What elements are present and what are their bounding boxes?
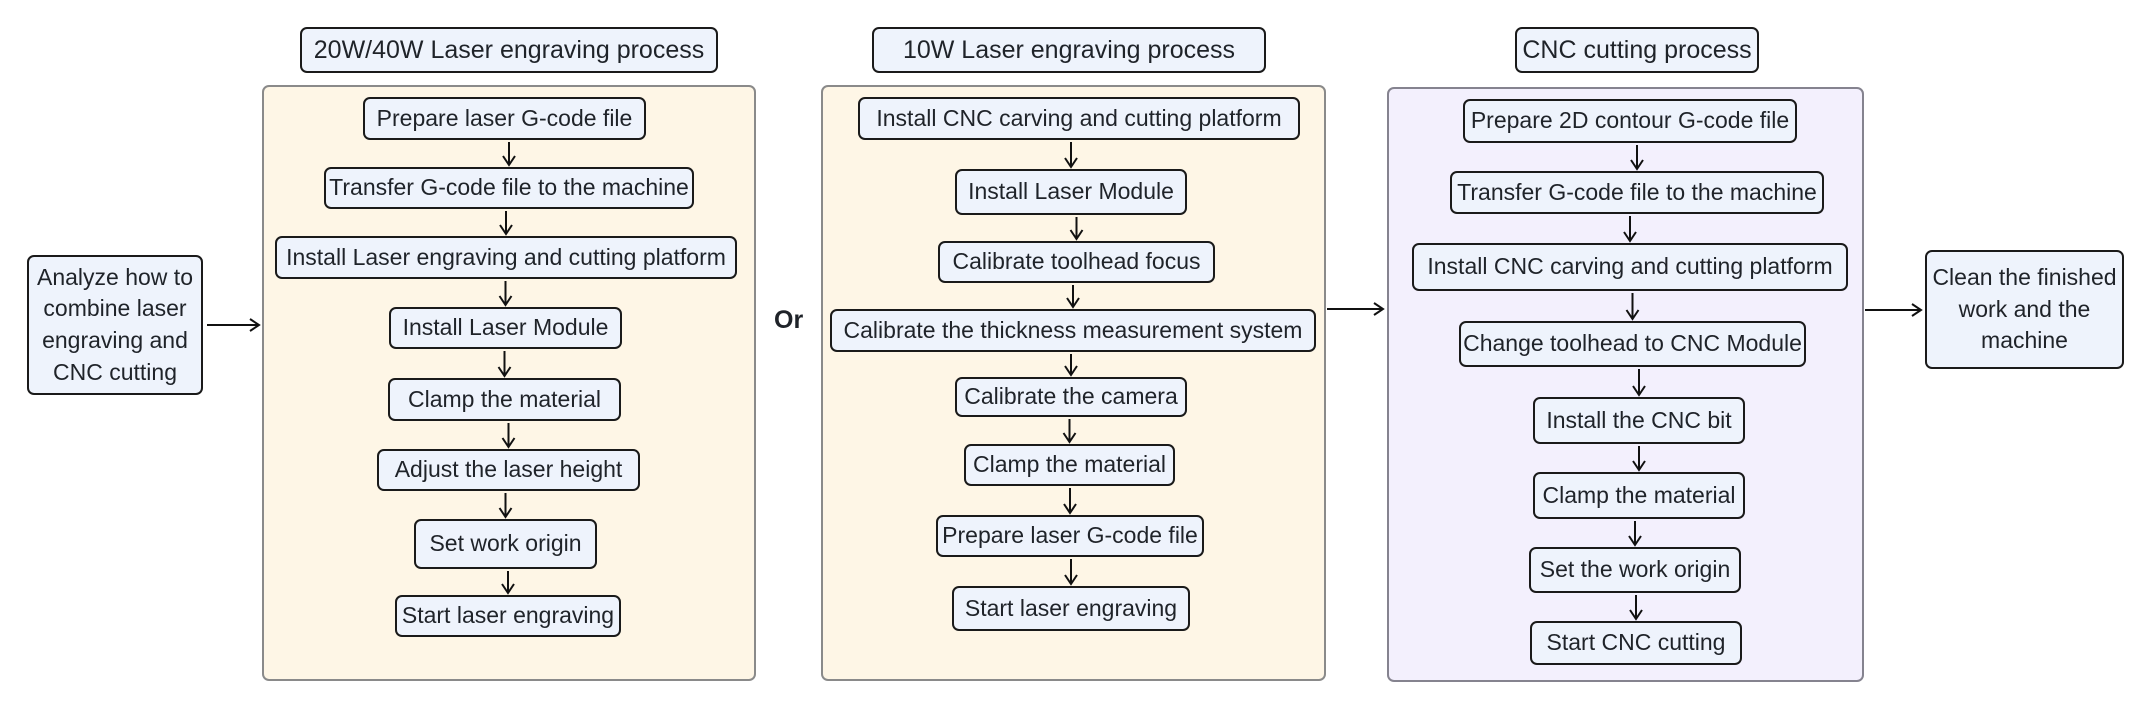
step-20w-40w-laser-2: Transfer G-code file to the machine xyxy=(324,167,694,209)
step-label: Install CNC carving and cutting platform xyxy=(876,104,1282,131)
step-label: Set work origin xyxy=(429,530,582,557)
step-10w-laser-2: Install Laser Module xyxy=(955,169,1187,215)
step-cnc-cutting-1: Prepare 2D contour G-code file xyxy=(1463,99,1797,143)
step-label: Set the work origin xyxy=(1539,556,1731,583)
process-title-10w-laser: 10W Laser engraving process xyxy=(872,27,1266,73)
step-10w-laser-1: Install CNC carving and cutting platform xyxy=(858,97,1300,140)
step-label: Prepare 2D contour G-code file xyxy=(1470,107,1790,134)
step-label: Clamp the material xyxy=(1542,481,1736,508)
step-label: Install the CNC bit xyxy=(1546,406,1732,433)
step-label: Transfer G-code file to the machine xyxy=(329,174,689,201)
process-title-20w-40w-laser: 20W/40W Laser engraving process xyxy=(300,27,718,73)
step-label: Start laser engraving xyxy=(964,594,1178,621)
step-label: Install Laser Module xyxy=(968,178,1174,205)
end-node-label: Clean the finished work and the machine xyxy=(1932,263,2117,354)
start-node-label: Analyze how to combine laser engraving a… xyxy=(37,263,193,385)
step-cnc-cutting-2: Transfer G-code file to the machine xyxy=(1450,171,1824,214)
step-cnc-cutting-7: Set the work origin xyxy=(1529,547,1741,593)
step-label: Install Laser Module xyxy=(402,314,609,341)
step-20w-40w-laser-7: Set work origin xyxy=(414,519,597,569)
step-10w-laser-6: Clamp the material xyxy=(964,444,1175,486)
step-label: Start laser engraving xyxy=(401,602,615,629)
step-label: Prepare laser G-code file xyxy=(942,522,1198,549)
step-label: Clamp the material xyxy=(407,385,602,412)
process-title-text: 20W/40W Laser engraving process xyxy=(313,35,705,64)
step-label: Adjust the laser height xyxy=(394,456,623,483)
start-node: Analyze how to combine laser engraving a… xyxy=(27,255,203,395)
step-label: Clamp the material xyxy=(972,451,1167,478)
step-20w-40w-laser-5: Clamp the material xyxy=(388,378,621,421)
step-20w-40w-laser-3: Install Laser engraving and cutting plat… xyxy=(275,236,737,279)
process-title-cnc-cutting: CNC cutting process xyxy=(1515,27,1759,73)
step-10w-laser-4: Calibrate the thickness measurement syst… xyxy=(830,309,1316,352)
step-label: Install Laser engraving and cutting plat… xyxy=(286,243,726,270)
step-20w-40w-laser-1: Prepare laser G-code file xyxy=(363,97,646,140)
step-10w-laser-3: Calibrate toolhead focus xyxy=(938,241,1215,283)
process-title-text: CNC cutting process xyxy=(1522,35,1752,64)
step-cnc-cutting-4: Change toolhead to CNC Module xyxy=(1459,321,1806,367)
step-label: Prepare laser G-code file xyxy=(376,104,633,131)
end-node: Clean the finished work and the machine xyxy=(1925,250,2124,369)
step-cnc-cutting-5: Install the CNC bit xyxy=(1533,397,1745,444)
step-label: Calibrate the thickness measurement syst… xyxy=(843,316,1303,343)
step-label: Change toolhead to CNC Module xyxy=(1463,330,1802,357)
step-10w-laser-8: Start laser engraving xyxy=(952,586,1190,631)
step-label: Calibrate the camera xyxy=(964,383,1178,410)
step-cnc-cutting-8: Start CNC cutting xyxy=(1530,621,1742,665)
step-label: Start CNC cutting xyxy=(1546,629,1726,656)
step-cnc-cutting-3: Install CNC carving and cutting platform xyxy=(1412,243,1848,291)
step-label: Transfer G-code file to the machine xyxy=(1457,178,1817,205)
arrow-right-icon xyxy=(1865,303,1923,317)
arrow-right-icon xyxy=(1327,302,1385,316)
or-separator-label: Or xyxy=(774,306,804,334)
process-title-text: 10W Laser engraving process xyxy=(902,35,1236,64)
step-20w-40w-laser-8: Start laser engraving xyxy=(395,595,621,637)
step-cnc-cutting-6: Clamp the material xyxy=(1533,472,1745,519)
step-label: Install CNC carving and cutting platform xyxy=(1427,253,1833,280)
step-10w-laser-7: Prepare laser G-code file xyxy=(936,515,1204,557)
step-10w-laser-5: Calibrate the camera xyxy=(955,377,1187,417)
step-label: Calibrate toolhead focus xyxy=(952,248,1201,275)
arrow-right-icon xyxy=(207,318,261,332)
step-20w-40w-laser-6: Adjust the laser height xyxy=(377,449,640,491)
step-20w-40w-laser-4: Install Laser Module xyxy=(389,307,622,349)
